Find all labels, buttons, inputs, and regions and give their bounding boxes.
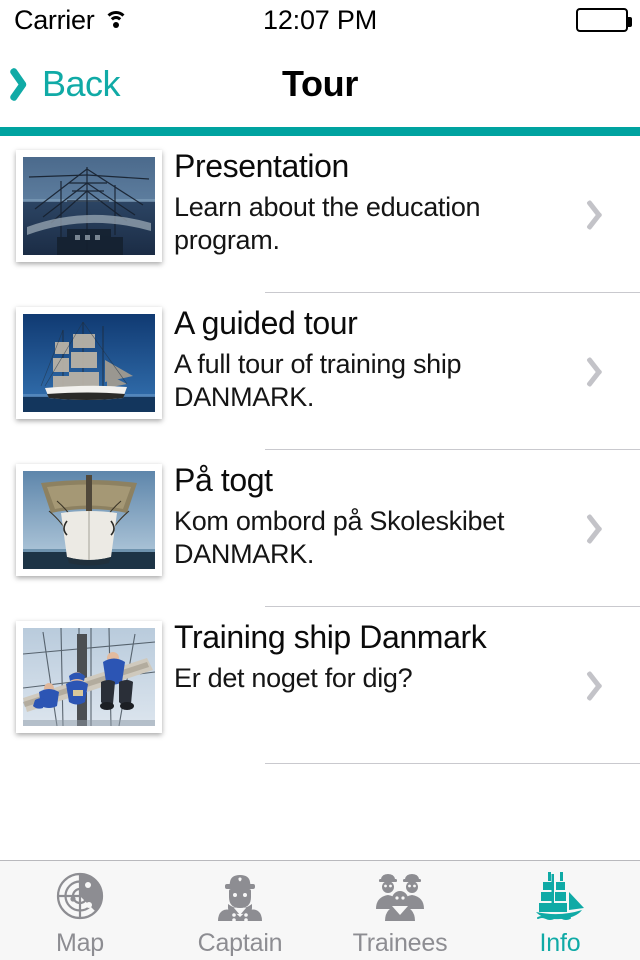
list-item[interactable]: På togt Kom ombord på Skoleskibet DANMAR…	[0, 450, 640, 607]
tab-map-label: Map	[55, 929, 105, 957]
list-item-subtitle: Er det noget for dig?	[174, 662, 413, 693]
list-item-text: Presentation Learn about the education p…	[174, 148, 640, 257]
list-item-subtitle: A full tour of training ship DANMARK.	[174, 348, 462, 412]
thumbnail-frame	[16, 307, 162, 419]
navigation-bar: Back Tour	[0, 40, 640, 128]
app-screen: Carrier 12:07 PM Back Tour Presentation …	[0, 0, 640, 960]
status-bar: Carrier 12:07 PM	[0, 0, 640, 40]
tour-list[interactable]: Presentation Learn about the education p…	[0, 136, 640, 860]
tab-info-label: Info	[539, 929, 581, 957]
tab-trainees[interactable]: Trainees	[320, 861, 480, 960]
tab-map[interactable]: Map	[0, 861, 160, 960]
list-item-title: A guided tour	[174, 305, 358, 341]
clock-label: 12:07 PM	[263, 4, 377, 35]
battery-full-icon	[576, 8, 632, 32]
list-item-text: På togt Kom ombord på Skoleskibet DANMAR…	[174, 462, 640, 571]
trainees-on-yardarm-photo	[23, 628, 155, 726]
list-item-title: Presentation	[174, 148, 349, 184]
captain-icon	[209, 868, 271, 924]
list-item-text: Training ship Danmark Er det noget for d…	[174, 619, 640, 695]
list-item[interactable]: A guided tour A full tour of training sh…	[0, 293, 640, 450]
tab-captain-label: Captain	[197, 929, 283, 957]
status-bar-right	[576, 8, 632, 32]
list-item-text: A guided tour A full tour of training sh…	[174, 305, 640, 414]
full-rigged-ship-under-sail-photo	[23, 314, 155, 412]
chevron-right-icon[interactable]	[592, 197, 614, 233]
tab-info[interactable]: Info	[480, 861, 640, 960]
thumbnail-frame	[16, 464, 162, 576]
list-item[interactable]: Presentation Learn about the education p…	[0, 136, 640, 293]
list-item-subtitle: Kom ombord på Skoleskibet DANMARK.	[174, 505, 505, 569]
thumbnail-frame	[16, 150, 162, 262]
thumbnail-frame	[16, 621, 162, 733]
chevron-right-icon[interactable]	[592, 354, 614, 390]
chevron-right-icon[interactable]	[592, 668, 614, 704]
tab-captain[interactable]: Captain	[160, 861, 320, 960]
row-separator	[265, 762, 640, 764]
list-item-subtitle: Learn about the education program.	[174, 191, 481, 255]
page-title: Tour	[281, 63, 359, 104]
list-item-title: På togt	[174, 462, 273, 498]
list-item[interactable]: Training ship Danmark Er det noget for d…	[0, 607, 640, 764]
chevron-right-icon[interactable]	[592, 511, 614, 547]
ship-bow-head-on-photo	[23, 471, 155, 569]
tab-trainees-label: Trainees	[352, 929, 448, 957]
accent-divider	[0, 127, 640, 136]
radar-icon	[49, 868, 111, 924]
ship-rigging-at-dusk-photo	[23, 157, 155, 255]
list-item-title: Training ship Danmark	[174, 619, 487, 655]
trainees-icon	[369, 868, 431, 924]
sailing-ship-icon	[529, 868, 591, 924]
tab-bar: Map Captain Trainees Info	[0, 860, 640, 960]
